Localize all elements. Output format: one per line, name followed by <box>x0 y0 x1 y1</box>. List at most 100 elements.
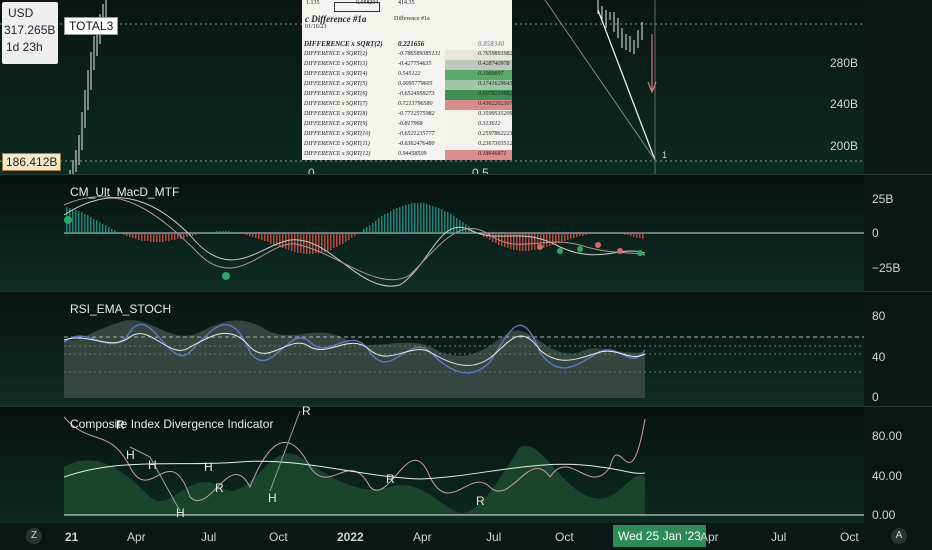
macd-histogram-bar <box>390 211 392 233</box>
macd-histogram-bar <box>564 233 566 241</box>
macd-histogram-bar <box>90 217 92 233</box>
table-cell-v2: 0.18646871 <box>478 151 507 157</box>
macd-histogram-bar <box>504 233 506 247</box>
macd-histogram-bar <box>75 210 77 233</box>
macd-histogram-bar <box>78 211 80 233</box>
macd-histogram-bar <box>444 211 446 233</box>
macd-histogram-bar <box>417 203 419 233</box>
macd-histogram-bar <box>432 206 434 233</box>
macd-histogram-bar <box>225 231 227 233</box>
marker-h: H <box>176 506 185 520</box>
macd-histogram-bar <box>456 218 458 233</box>
cdi-axis[interactable]: 80.00 40.00 0.00 <box>864 407 932 523</box>
macd-histogram-bar <box>297 233 299 253</box>
rsi-pane[interactable]: RSI_EMA_STOCH <box>0 292 864 406</box>
macd-histogram-bar <box>132 233 134 238</box>
macd-histogram-bar <box>567 233 569 240</box>
macd-histogram-bar <box>375 221 377 233</box>
marker-r: R <box>116 418 125 432</box>
time-label: 2022 <box>337 530 364 544</box>
table-cell-label: DIFFERENCE x SQRT(12) <box>304 151 371 157</box>
table-cell-v2: 0.3599535209 <box>478 111 513 117</box>
macd-histogram-bar <box>414 203 416 233</box>
macd-histogram-bar <box>102 224 104 233</box>
macd-histogram-bar <box>396 208 398 233</box>
macd-histogram-bar <box>561 233 563 242</box>
table-row: DIFFERENCE x SQRT(7) 0.7213796580 0.436220… <box>302 100 513 110</box>
macd-histogram-bar <box>435 207 437 233</box>
rsi-axis[interactable]: 80 40 0 <box>864 292 932 406</box>
cdi-pane[interactable]: Composite Index Divergence Indicator H H… <box>0 404 864 523</box>
price-tick: 200B <box>830 139 859 153</box>
macd-histogram-bar <box>138 233 140 240</box>
macd-histogram-bar <box>558 233 560 243</box>
macd-histogram-bar <box>621 233 623 234</box>
macd-histogram-bar <box>219 231 221 233</box>
table-cell-v2: 0.2367303512 <box>478 141 513 147</box>
macd-histogram-bar <box>573 233 575 238</box>
macd-histogram-bar <box>309 233 311 254</box>
macd-histogram-bar <box>156 233 158 242</box>
macd-histogram-bar <box>354 233 356 236</box>
macd-histogram-bar <box>423 203 425 233</box>
macd-histogram-bar <box>228 231 230 233</box>
currency-label: USD <box>8 6 34 20</box>
price-axis[interactable]: 280B 240B 200B <box>830 0 932 174</box>
price-pane[interactable]: 0 0.5 1 USD 317.265B 1d 23h TOTAL3 186.4… <box>0 0 864 180</box>
table-cell-v2: 0.4362202307 <box>478 101 513 107</box>
zoom-button[interactable]: Z <box>26 528 42 544</box>
macd-histogram-bar <box>393 209 395 233</box>
macd-histogram-bar <box>210 232 212 233</box>
macd-histogram-bar <box>363 229 365 233</box>
macd-histogram-bar <box>546 233 548 247</box>
price-tick: 280B <box>830 56 859 70</box>
table-date: 01/16/23 <box>305 24 327 30</box>
macd-histogram-bar <box>318 233 320 253</box>
table-cell-v2: 0.313612 <box>478 121 501 127</box>
current-price-badge: 186.412B <box>2 153 62 171</box>
macd-title[interactable]: CM_Ult_MacD_MTF <box>70 185 179 199</box>
macd-histogram-bar <box>195 233 197 235</box>
macd-histogram-bar <box>192 233 194 236</box>
macd-histogram-bar <box>639 233 641 238</box>
table-header-row: DIFFERENCE x SQRT(2) 0.221656 0.858340 <box>302 39 512 49</box>
table-row: DIFFERENCE x SQRT(5) 0.0095779605 0.174162… <box>302 80 513 90</box>
macd-histogram-bar <box>246 233 248 235</box>
table-top-right: 414.35 <box>398 0 415 6</box>
macd-histogram-bar <box>186 233 188 237</box>
macd-histogram-bar <box>261 233 263 240</box>
macd-histogram-bar <box>129 233 131 237</box>
macd-pane[interactable]: CM_Ult_MacD_MTF <box>0 175 864 291</box>
macd-histogram-bar <box>348 233 350 240</box>
table-cell-label: DIFFERENCE x SQRT(9) <box>304 121 368 127</box>
macd-histogram-bar <box>411 203 413 233</box>
table-top-mid: 0.058294 <box>356 0 379 6</box>
marker-h: H <box>204 460 213 474</box>
cdi-title[interactable]: Composite Index Divergence Indicator <box>70 417 273 431</box>
macd-histogram-bar <box>633 233 635 237</box>
time-axis[interactable]: Z 21 Apr Jul Oct 2022 Apr Jul Oct Wed 25… <box>0 523 932 550</box>
rsi-title[interactable]: RSI_EMA_STOCH <box>70 302 171 316</box>
auto-scale-button[interactable]: A <box>891 528 907 544</box>
macd-histogram-bar <box>399 207 401 233</box>
symbol-label[interactable]: TOTAL3 <box>64 17 119 35</box>
cursor-date-badge: Wed 25 Jan '23 <box>613 525 706 547</box>
macd-histogram-bar <box>279 233 281 247</box>
macd-histogram-bar <box>402 206 404 233</box>
macd-histogram-bar <box>624 233 626 235</box>
macd-histogram-bar <box>387 213 389 233</box>
macd-histogram-bar <box>243 233 245 234</box>
macd-histogram-bar <box>357 233 359 234</box>
macd-histogram-bar <box>84 214 86 233</box>
macd-histogram-bar <box>405 205 407 233</box>
table-cell-v2: 0.3989897 <box>478 71 504 77</box>
rsi-tick: 40 <box>872 350 886 364</box>
table-cell-label: DIFFERENCE x SQRT(11) <box>304 141 370 147</box>
macd-histogram-bar <box>144 233 146 241</box>
macd-histogram-bar <box>507 233 509 248</box>
macd-histogram-bar <box>453 216 455 233</box>
table-cell-v1: -0.7712575982 <box>398 111 435 117</box>
table-cell-label: DIFFERENCE x SQRT(5) <box>304 81 368 87</box>
macd-axis[interactable]: 25B 0 −25B <box>864 175 932 291</box>
table-row: DIFFERENCE x SQRT(2) -0.786589385131 0.765… <box>302 50 519 60</box>
